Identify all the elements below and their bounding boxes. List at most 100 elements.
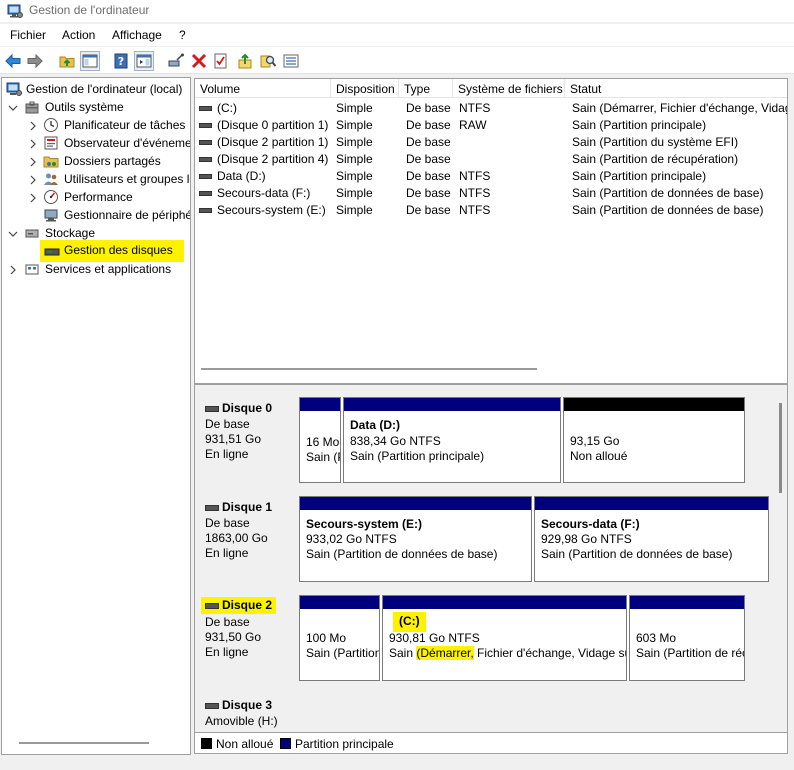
disk-size: 931,51 Go bbox=[205, 432, 262, 446]
title-bar: Gestion de l'ordinateur bbox=[0, 0, 794, 22]
tree-item-performance[interactable]: Performance bbox=[2, 188, 190, 206]
console-tree-icon[interactable] bbox=[80, 51, 100, 71]
volume-name: (Disque 2 partition 4) bbox=[217, 152, 329, 166]
partition-size: 930,81 Go NTFS bbox=[389, 631, 480, 645]
chevron-right-icon[interactable] bbox=[28, 192, 38, 203]
tree-item-services-apps[interactable]: Services et applications bbox=[2, 260, 190, 278]
chevron-right-icon[interactable] bbox=[28, 138, 38, 149]
disk-icon bbox=[205, 405, 219, 412]
partition-secours-data-f[interactable]: Secours-data (F:) 929,98 Go NTFS Sain (P… bbox=[534, 496, 769, 582]
tree-label: Stockage bbox=[45, 226, 96, 240]
disk-0-label[interactable]: Disque 0 De base 931,51 Go En ligne bbox=[199, 395, 299, 491]
volume-status: Sain (Démarrer, Fichier d'échange, Vidag… bbox=[572, 101, 787, 115]
disk-2-label[interactable]: Disque 2 De base 931,50 Go En ligne bbox=[199, 593, 299, 689]
menu-affichage[interactable]: Affichage bbox=[112, 28, 162, 42]
disk-status: En ligne bbox=[205, 645, 249, 659]
tree-item-local-users[interactable]: Utilisateurs et groupes locaux bbox=[2, 170, 190, 188]
disk-icon bbox=[205, 702, 219, 709]
partition-disk0-1[interactable]: 16 Mo Sain (Partition principale) bbox=[299, 397, 341, 483]
column-header-type[interactable]: Type bbox=[399, 79, 453, 98]
partition-bar bbox=[564, 398, 744, 411]
disk-1-label[interactable]: Disque 1 De base 1863,00 Go En ligne bbox=[199, 494, 299, 590]
chevron-right-icon[interactable] bbox=[28, 156, 38, 167]
menu-help[interactable]: ? bbox=[179, 28, 186, 42]
partition-bar bbox=[383, 596, 626, 609]
volume-type: De base bbox=[406, 203, 451, 217]
diskmap-vertical-scrollbar[interactable] bbox=[779, 403, 782, 493]
volume-icon bbox=[199, 203, 215, 217]
tree-item-task-scheduler[interactable]: Planificateur de tâches bbox=[2, 116, 190, 134]
tree-horizontal-scrollbar[interactable] bbox=[19, 742, 149, 744]
chevron-right-icon[interactable] bbox=[28, 120, 38, 131]
partition-data-d[interactable]: Data (D:) 838,34 Go NTFS Sain (Partition… bbox=[343, 397, 561, 483]
shared-folder-icon bbox=[43, 153, 59, 169]
partition-recovery[interactable]: 603 Mo Sain (Partition de récupération) bbox=[629, 595, 745, 681]
users-icon bbox=[43, 171, 59, 187]
connect-icon[interactable] bbox=[166, 51, 186, 71]
chevron-right-icon[interactable] bbox=[28, 174, 38, 185]
partition-bar bbox=[344, 398, 560, 411]
back-arrow-icon[interactable] bbox=[3, 51, 23, 71]
volume-fs: RAW bbox=[459, 118, 487, 132]
partition-status: Sain (Partition de données de base) bbox=[306, 547, 498, 561]
partition-size: 933,02 Go NTFS bbox=[306, 532, 397, 546]
tree-label: Observateur d'événements bbox=[64, 136, 191, 150]
up-folder-icon[interactable] bbox=[57, 51, 77, 71]
partition-bar bbox=[630, 596, 744, 609]
column-header-status[interactable]: Statut bbox=[565, 79, 787, 98]
partition-efi[interactable]: 100 Mo Sain (Partition du système EFI) bbox=[299, 595, 380, 681]
tree-item-shared-folders[interactable]: Dossiers partagés bbox=[2, 152, 190, 170]
chevron-down-icon[interactable] bbox=[8, 228, 18, 238]
table-row[interactable]: (Disque 2 partition 1) Simple De base Sa… bbox=[195, 133, 787, 150]
tree-item-event-viewer[interactable]: Observateur d'événements bbox=[2, 134, 191, 152]
tree-item-device-manager[interactable]: Gestionnaire de périphériques bbox=[2, 206, 190, 224]
volume-fs: NTFS bbox=[459, 186, 491, 200]
column-header-filesystem[interactable]: Système de fichiers bbox=[453, 79, 565, 98]
table-row[interactable]: (Disque 2 partition 4) Simple De base Sa… bbox=[195, 150, 787, 167]
properties-icon[interactable] bbox=[211, 51, 231, 71]
column-header-layout[interactable]: Disposition bbox=[331, 79, 399, 98]
partition-size: 16 Mo bbox=[306, 435, 340, 449]
action-pane-icon[interactable] bbox=[134, 51, 154, 71]
partition-c[interactable]: (C:) 930,81 Go NTFS Sain (Démarrer, Fich… bbox=[382, 595, 627, 681]
volume-status: Sain (Partition principale) bbox=[572, 169, 707, 183]
column-header-volume[interactable]: Volume bbox=[195, 79, 331, 98]
tree-label: Gestionnaire de périphériques bbox=[64, 208, 190, 222]
partition-size: 838,34 Go NTFS bbox=[350, 434, 441, 448]
tree-item-system-tools[interactable]: Outils système bbox=[2, 98, 190, 116]
disk-3-label[interactable]: Disque 3 Amovible (H:) bbox=[199, 692, 299, 735]
menu-fichier[interactable]: Fichier bbox=[10, 28, 46, 42]
export-icon[interactable] bbox=[235, 51, 255, 71]
partition-secours-system-e[interactable]: Secours-system (E:) 933,02 Go NTFS Sain … bbox=[299, 496, 532, 582]
help-icon[interactable]: ? bbox=[111, 51, 131, 71]
partition-unallocated[interactable]: 93,15 Go Non alloué bbox=[563, 397, 745, 483]
chevron-right-icon[interactable] bbox=[8, 264, 18, 275]
table-row[interactable]: (Disque 0 partition 1) Simple De base RA… bbox=[195, 116, 787, 133]
disk-1-partitions: Secours-system (E:) 933,02 Go NTFS Sain … bbox=[299, 496, 769, 582]
table-row[interactable]: (C:) Simple De base NTFS Sain (Démarrer,… bbox=[195, 99, 787, 116]
partition-bar bbox=[300, 398, 340, 411]
volume-icon bbox=[199, 118, 215, 132]
list-horizontal-scrollbar[interactable] bbox=[201, 368, 537, 370]
chevron-down-icon[interactable] bbox=[8, 102, 18, 112]
search-icon[interactable] bbox=[258, 51, 278, 71]
tree-label: Performance bbox=[64, 190, 133, 204]
list-view-icon[interactable] bbox=[281, 51, 301, 71]
table-row[interactable]: Data (D:) Simple De base NTFS Sain (Part… bbox=[195, 167, 787, 184]
tree-label: Outils système bbox=[45, 100, 124, 114]
partition-status: Sain (Partition du système EFI) bbox=[306, 646, 380, 660]
table-row[interactable]: Secours-data (F:) Simple De base NTFS Sa… bbox=[195, 184, 787, 201]
tree-item-disk-management[interactable]: Gestion des disques bbox=[40, 240, 184, 262]
tree-item-root[interactable]: Gestion de l'ordinateur (local) bbox=[2, 80, 190, 98]
menu-action[interactable]: Action bbox=[62, 28, 95, 42]
forward-arrow-icon[interactable] bbox=[25, 51, 45, 71]
volume-name: (Disque 0 partition 1) bbox=[217, 118, 329, 132]
clock-icon bbox=[43, 117, 59, 133]
event-viewer-icon bbox=[43, 135, 59, 151]
volume-fs: NTFS bbox=[459, 101, 491, 115]
volume-icon bbox=[199, 186, 215, 200]
partition-title: Data (D:) bbox=[350, 418, 400, 432]
delete-icon[interactable] bbox=[189, 51, 209, 71]
legend-label-primary: Partition principale bbox=[295, 737, 394, 751]
table-row[interactable]: Secours-system (E:) Simple De base NTFS … bbox=[195, 201, 787, 218]
